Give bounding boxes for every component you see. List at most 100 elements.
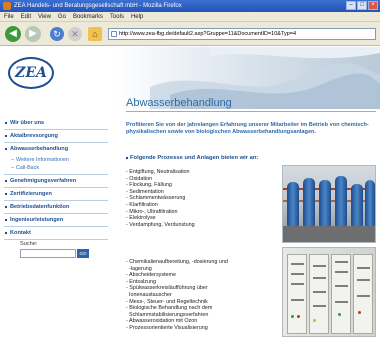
dash-icon: – bbox=[11, 165, 14, 171]
list-item: - Abwasseroxidation mit Ozon bbox=[126, 318, 198, 325]
sidebar-item-kontakt[interactable]: Kontakt bbox=[4, 227, 108, 240]
list-item: - Abscheidersysteme bbox=[126, 272, 177, 279]
process-list: - Entgiftung, Neutralisation - Oxidation… bbox=[126, 169, 276, 228]
title-divider bbox=[126, 111, 376, 112]
cabinet-graphic bbox=[353, 254, 373, 334]
list-item: - Entsalzung bbox=[126, 278, 156, 285]
window-controls: – □ × bbox=[346, 1, 378, 10]
bullet-icon bbox=[5, 232, 7, 234]
sidebar-nav: Wir über uns Aktalbrevsorgung Abwasserbe… bbox=[4, 117, 108, 240]
tank-graphic bbox=[365, 180, 375, 226]
menu-help[interactable]: Help bbox=[131, 12, 143, 21]
bullet-icon bbox=[5, 122, 7, 124]
sidebar-item-label: Kontakt bbox=[10, 230, 31, 236]
bullet-icon bbox=[126, 157, 128, 159]
cabinet-graphic bbox=[287, 254, 307, 334]
list-item: - Flockung, Fällung bbox=[126, 182, 172, 189]
page-title: Abwasserbehandlung bbox=[126, 97, 232, 109]
search-button[interactable]: GO bbox=[77, 249, 89, 258]
sidebar-item-label: Aktalbrevsorgung bbox=[10, 133, 58, 139]
sidebar-item-label: Abwasserbehandlung bbox=[10, 146, 69, 152]
list-item: - Mess-, Steuer- und Regeltechnik bbox=[126, 298, 208, 305]
forward-arrow-icon[interactable]: ▶ bbox=[25, 26, 41, 42]
treatment-plant-tanks-photo bbox=[282, 165, 376, 243]
list-item: Ionenaustauscher bbox=[126, 291, 172, 298]
list-item: - Sedimentation bbox=[126, 188, 164, 195]
search-input[interactable] bbox=[20, 249, 76, 258]
list-item: - Verdampfung, Verdunstung bbox=[126, 221, 195, 228]
control-cabinet-photo bbox=[282, 247, 376, 337]
floor-graphic bbox=[283, 226, 375, 242]
search-label: Suche: bbox=[20, 241, 38, 247]
list-item: Schlammstabilisierungsverfahren bbox=[126, 311, 209, 318]
cabinet-graphic bbox=[309, 254, 329, 334]
bullet-icon bbox=[5, 206, 7, 208]
list-item: - Entgiftung, Neutralisation bbox=[126, 169, 190, 175]
sidebar-item-ingenieurleistungen[interactable]: Ingenieurleistungen bbox=[4, 214, 108, 227]
tank-graphic bbox=[335, 176, 347, 226]
url-bar[interactable]: http://www.zea-fbg.de/default2.asp?Grupp… bbox=[108, 28, 376, 40]
sidebar-subitem-call-back[interactable]: – Call-Back bbox=[4, 164, 108, 172]
url-text: http://www.zea-fbg.de/default2.asp?Grupp… bbox=[119, 31, 297, 37]
menu-view[interactable]: View bbox=[38, 12, 51, 21]
sidebar-subitem-label: Call-Back bbox=[16, 165, 40, 171]
window-titlebar: ZEA Handels- und Beratungsgesellschaft m… bbox=[0, 0, 380, 12]
sidebar-item-label: Zertifizierungen bbox=[10, 191, 52, 197]
sidebar-item-label: Wir über uns bbox=[10, 120, 45, 126]
firefox-icon bbox=[3, 2, 11, 10]
list-item: - Schlammentwässerung bbox=[126, 195, 186, 202]
equipment-list: - Chemikalienaufbereitung, -dosierung un… bbox=[126, 259, 276, 332]
stop-icon[interactable]: ✕ bbox=[68, 27, 82, 41]
list-item: - Biologische Behandlung nach dem bbox=[126, 305, 213, 312]
menu-tools[interactable]: Tools bbox=[110, 12, 124, 21]
sidebar-item-wir-ueber-uns[interactable]: Wir über uns bbox=[4, 117, 108, 130]
sidebar-item-genehmigungsverfahren[interactable]: Genehmigungsverfahren bbox=[4, 175, 108, 188]
zea-logo[interactable]: ZEA bbox=[8, 57, 54, 89]
minimize-button[interactable]: – bbox=[346, 1, 356, 10]
sidebar-item-aktalbrevsorgung[interactable]: Aktalbrevsorgung bbox=[4, 130, 108, 143]
list-item: - Elektrolyse bbox=[126, 215, 156, 222]
menu-edit[interactable]: Edit bbox=[21, 12, 31, 21]
services-lead-text: Folgende Prozesse und Anlagen bieten wir… bbox=[130, 155, 259, 161]
sidebar-subitem-label: Weitere Informationen bbox=[16, 157, 69, 163]
menu-bookmarks[interactable]: Bookmarks bbox=[73, 12, 103, 21]
sidebar-item-betriebsdatenfunktion[interactable]: Betriebsdatenfunktion bbox=[4, 201, 108, 214]
close-button[interactable]: × bbox=[368, 1, 378, 10]
bullet-icon bbox=[5, 193, 7, 195]
menu-go[interactable]: Go bbox=[58, 12, 66, 21]
cabinet-graphic bbox=[331, 254, 351, 334]
tank-graphic bbox=[351, 184, 363, 226]
list-item: - Chemikalienaufbereitung, -dosierung un… bbox=[126, 259, 228, 265]
list-item: - Klarfiltration bbox=[126, 201, 158, 208]
reload-icon[interactable]: ↻ bbox=[50, 27, 64, 41]
maximize-button[interactable]: □ bbox=[357, 1, 367, 10]
tank-graphic bbox=[287, 182, 299, 226]
sidebar-group-abwasser: Abwasserbehandlung – Weitere Information… bbox=[4, 143, 108, 175]
sidebar-subitem-weitere-informationen[interactable]: – Weitere Informationen bbox=[4, 156, 108, 164]
home-icon[interactable]: ⌂ bbox=[88, 27, 102, 41]
sidebar-item-label: Ingenieurleistungen bbox=[10, 217, 64, 223]
list-item: -lagerung bbox=[126, 265, 152, 272]
dash-icon: – bbox=[11, 157, 14, 163]
page-viewport: ZEA Abwasserbehandlung Wir über uns Akta… bbox=[0, 47, 380, 342]
back-arrow-icon[interactable]: ◀ bbox=[5, 26, 21, 42]
sidebar-item-label: Genehmigungsverfahren bbox=[10, 178, 77, 184]
sidebar-item-zertifizierungen[interactable]: Zertifizierungen bbox=[4, 188, 108, 201]
bullet-icon bbox=[5, 219, 7, 221]
site-icon bbox=[111, 31, 117, 37]
services-lead: Folgende Prozesse und Anlagen bieten wir… bbox=[126, 155, 286, 161]
list-item: - Mikro-, Ultrafiltration bbox=[126, 208, 178, 215]
sidebar-item-label: Betriebsdatenfunktion bbox=[10, 204, 70, 210]
window-title: ZEA Handels- und Beratungsgesellschaft m… bbox=[14, 3, 182, 9]
tank-graphic bbox=[303, 178, 315, 226]
bullet-icon bbox=[5, 148, 7, 150]
menu-file[interactable]: File bbox=[4, 12, 14, 21]
intro-text: Profitieren Sie von der jahrelangen Erfa… bbox=[126, 122, 369, 135]
list-item: - Prozessorientierte Visualisierung bbox=[126, 324, 208, 331]
tank-graphic bbox=[319, 180, 331, 226]
bullet-icon bbox=[5, 135, 7, 137]
menu-bar: File Edit View Go Bookmarks Tools Help bbox=[0, 12, 380, 22]
sidebar-item-abwasserbehandlung[interactable]: Abwasserbehandlung bbox=[4, 143, 108, 156]
list-item: - Spülwasserkreisläufführung über bbox=[126, 285, 208, 292]
bullet-icon bbox=[5, 180, 7, 182]
